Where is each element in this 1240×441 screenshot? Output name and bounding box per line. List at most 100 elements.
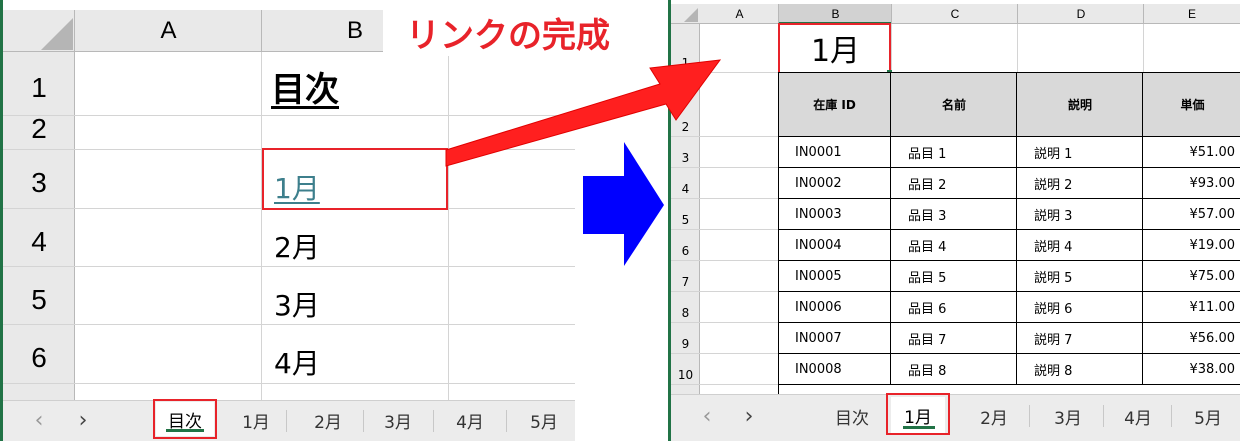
left-tab-month-3[interactable]: 3月 [368,400,428,441]
inventory-table: 在庫 ID 名前 説明 単価 IN0001 品目 1 説明 1 ¥51.00 IN000… [778,72,1240,394]
cell-name[interactable]: 品目 8 [892,354,1017,384]
right-row-number[interactable]: 5 [671,199,700,229]
cell-name[interactable]: 品目 6 [892,292,1017,322]
month-cell-2[interactable]: 2月 [274,226,320,266]
right-column-header-e[interactable]: E [1144,4,1240,24]
left-tab-next-button[interactable]: › [72,400,94,441]
title-cell-highlight-box [778,23,891,74]
toc-title-cell[interactable]: 目次 [271,62,339,111]
right-column-header-a[interactable]: A [700,4,779,24]
month-cell-3[interactable]: 3月 [274,284,320,324]
cell-price[interactable]: ¥38.00 [1144,354,1240,384]
right-tab-month-2[interactable]: 2月 [964,394,1024,438]
cell-desc[interactable]: 説明 4 [1018,230,1143,260]
left-grid-line [3,383,575,384]
cell-name[interactable]: 品目 3 [892,199,1017,229]
right-tab-mokuji[interactable]: 目次 [822,394,882,438]
right-column-header-b[interactable]: B [779,4,892,24]
cell-desc[interactable]: 説明 7 [1018,323,1143,353]
left-row-number[interactable]: 3 [3,158,75,208]
right-row-number[interactable]: 10 [671,354,700,384]
left-tab-separator [433,410,434,432]
right-tab-month-5[interactable]: 5月 [1178,394,1238,438]
left-row-number[interactable]: 6 [3,333,75,383]
right-column-header-d[interactable]: D [1018,4,1144,24]
cell-desc[interactable]: 説明 6 [1018,292,1143,322]
right-select-all-corner[interactable] [671,4,700,24]
cell-id[interactable]: IN0004 [779,230,891,260]
cell-id[interactable]: IN0008 [779,354,891,384]
cell-id[interactable]: IN0002 [779,168,891,198]
right-grid-line [671,384,779,385]
right-row-number[interactable]: 4 [671,168,700,198]
cell-price[interactable]: ¥11.00 [1144,292,1240,322]
cell-name[interactable]: 品目 1 [892,137,1017,167]
right-grid-line [1143,24,1144,72]
right-tab-separator [1029,405,1030,427]
link-highlight-box [262,148,448,210]
cell-id[interactable]: IN0005 [779,261,891,291]
right-tab-month-4[interactable]: 4月 [1108,394,1168,438]
cell-desc[interactable]: 説明 1 [1018,137,1143,167]
right-column-header-c[interactable]: C [892,4,1018,24]
cell-name[interactable]: 品目 2 [892,168,1017,198]
table-header-name[interactable]: 名前 [892,73,1017,136]
cell-id[interactable]: IN0001 [779,137,891,167]
cell-price[interactable]: ¥57.00 [1144,199,1240,229]
right-row-number[interactable]: 6 [671,230,700,260]
right-row-number[interactable]: 7 [671,261,700,291]
left-tab-prev-button[interactable]: ‹ [28,400,50,441]
right-header-divider [1017,4,1018,24]
right-row-number[interactable]: 2 [671,73,700,136]
left-header-divider [261,10,262,52]
right-tab-prev-button[interactable]: ‹ [696,394,718,438]
month-cell-4[interactable]: 4月 [274,342,320,382]
right-header-divider [891,4,892,24]
cell-desc[interactable]: 説明 5 [1018,261,1143,291]
cell-price[interactable]: ¥56.00 [1144,323,1240,353]
left-tab-month-2[interactable]: 2月 [298,400,358,441]
right-row-number[interactable]: 8 [671,292,700,322]
left-select-all-corner[interactable] [3,10,75,52]
cell-id[interactable]: IN0003 [779,199,891,229]
cell-price[interactable]: ¥51.00 [1144,137,1240,167]
right-row-number[interactable]: 3 [671,137,700,167]
right-tab-separator [1171,405,1172,427]
table-header-desc[interactable]: 説明 [1018,73,1143,136]
left-row-number[interactable]: 1 [3,60,75,115]
callout-link-complete: リンクの完成 [383,8,633,56]
left-row-number[interactable]: 2 [3,113,75,144]
cell-price[interactable]: ¥19.00 [1144,230,1240,260]
right-header-divider [1143,4,1144,24]
left-row-number[interactable]: 5 [3,275,75,325]
right-tab-next-button[interactable]: › [738,394,760,438]
left-tab-month-4[interactable]: 4月 [440,400,500,441]
left-grid-line [261,52,262,400]
cell-desc[interactable]: 説明 8 [1018,354,1143,384]
right-tab-month-3[interactable]: 3月 [1038,394,1098,438]
cell-price[interactable]: ¥93.00 [1144,168,1240,198]
cell-id[interactable]: IN0007 [779,323,891,353]
cell-desc[interactable]: 説明 2 [1018,168,1143,198]
table-header-price[interactable]: 単価 [1144,73,1240,136]
cell-desc[interactable]: 説明 3 [1018,199,1143,229]
left-tab-separator [286,410,287,432]
left-tab-separator [506,410,507,432]
cell-name[interactable]: 品目 5 [892,261,1017,291]
right-row-number[interactable]: 9 [671,323,700,353]
table-row-border [779,384,1240,385]
right-sheet: A B C D E 1 2 3 4 5 6 7 8 9 10 1月 在庫 ID … [668,0,1240,441]
right-row-number[interactable]: 1 [671,24,700,72]
left-column-header-a[interactable]: A [75,10,262,52]
left-row-number[interactable]: 4 [3,217,75,267]
table-header-id[interactable]: 在庫 ID [779,73,891,136]
cell-id[interactable]: IN0006 [779,292,891,322]
cell-name[interactable]: 品目 7 [892,323,1017,353]
left-tab-month-1[interactable]: 1月 [228,400,284,441]
cell-price[interactable]: ¥75.00 [1144,261,1240,291]
right-grid-line [1017,24,1018,72]
left-tab-month-5[interactable]: 5月 [514,400,574,441]
cell-name[interactable]: 品目 4 [892,230,1017,260]
right-header-divider [778,4,779,24]
left-sheet: A B 1 2 3 4 5 6 目次 1月 2月 3月 4月 ‹ › 目次 1月… [0,0,575,441]
